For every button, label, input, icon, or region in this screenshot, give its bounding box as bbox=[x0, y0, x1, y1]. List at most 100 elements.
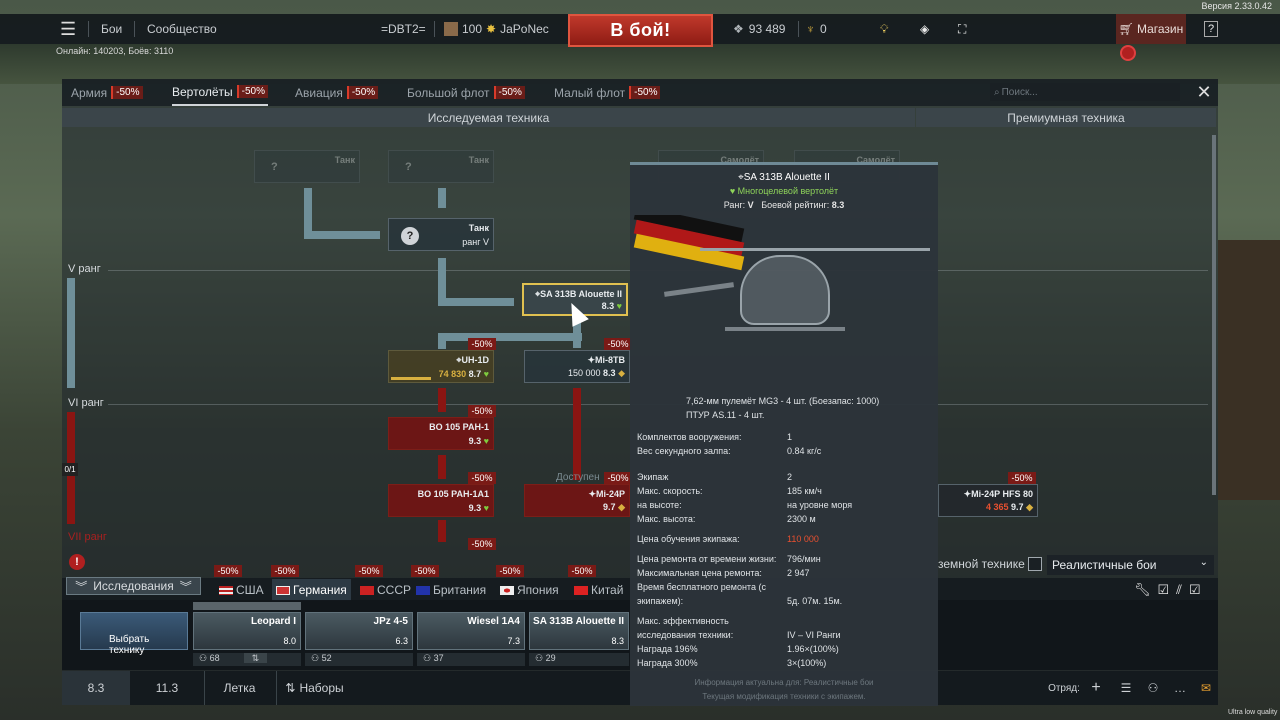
tooltip-stat-label: Макс. эффективность bbox=[637, 616, 729, 626]
swap-icon[interactable]: ⇅ bbox=[243, 653, 268, 663]
tab-aviation[interactable]: Авиация -50% bbox=[295, 79, 379, 106]
crew-slot-leopard[interactable]: Leopard I 8.0 bbox=[193, 612, 301, 650]
friends-icon[interactable]: ⚇ bbox=[1143, 671, 1163, 705]
tooltip-stat-label: Награда 196% bbox=[637, 644, 698, 654]
vehicle-card-tank-unknown[interactable]: Танк? bbox=[388, 150, 494, 183]
help-icon[interactable]: ? bbox=[1204, 21, 1218, 37]
germany-flag-icon bbox=[276, 585, 290, 595]
online-counter: Онлайн: 140203, Боёв: 3110 bbox=[56, 46, 174, 56]
airfield-button[interactable]: Летка bbox=[204, 671, 274, 705]
mail-icon[interactable]: ✉ bbox=[1196, 671, 1216, 705]
diamond-icon[interactable]: ◈ bbox=[920, 14, 929, 44]
tooltip-stat-label: Комплектов вооружения: bbox=[637, 432, 742, 442]
japan-flag-icon bbox=[500, 585, 514, 595]
vehicle-card-tank-unknown[interactable]: Танк? bbox=[254, 150, 360, 183]
tree-arrow bbox=[304, 231, 380, 239]
filter-toolbar: 🔧︎☑⫽☑ bbox=[1134, 582, 1208, 598]
vehicle-card-bo105[interactable]: BO 105 PAH-1 9.3 ♥ bbox=[388, 417, 494, 450]
background-scenery bbox=[0, 44, 1280, 84]
close-icon[interactable]: ✕ bbox=[1195, 82, 1213, 102]
crew-slot-jpz[interactable]: JPz 4-5 6.3 bbox=[305, 612, 413, 650]
golden-eagle-icon: ♆ bbox=[806, 22, 815, 36]
tab-coastal-fleet[interactable]: Малый флот -50% bbox=[554, 79, 661, 106]
list-icon[interactable]: ☰ bbox=[1116, 671, 1136, 705]
player-level: 100 bbox=[462, 22, 483, 36]
warning-badge-icon[interactable] bbox=[1120, 45, 1136, 61]
silver-balance[interactable]: ❖ 93 489 bbox=[733, 14, 785, 44]
battles-menu[interactable]: Бои bbox=[101, 14, 122, 44]
tab-army[interactable]: Армия -50% bbox=[71, 79, 143, 106]
game-mode-select[interactable]: Реалистичные бои ⌄ bbox=[1047, 555, 1214, 575]
rank-vii-label: VII ранг bbox=[68, 531, 107, 543]
checkbox-icon[interactable]: ☑ bbox=[1189, 582, 1208, 597]
shop-button[interactable]: 🛒︎ Магазин bbox=[1116, 14, 1186, 44]
wrench-icon[interactable]: 🔧︎ bbox=[1134, 582, 1158, 597]
search-placeholder: Поиск... bbox=[1001, 86, 1038, 98]
researched-header: Исследуемая техника bbox=[62, 108, 915, 127]
presets-button[interactable]: ⇅ Наборы bbox=[276, 671, 352, 705]
check-icon[interactable]: ☑ bbox=[1158, 582, 1177, 597]
china-flag-icon bbox=[574, 585, 588, 595]
nation-china[interactable]: Китай bbox=[574, 579, 623, 601]
nation-japan[interactable]: Япония bbox=[500, 579, 559, 601]
menu-icon[interactable]: ☰ bbox=[60, 14, 76, 44]
vehicle-card-uh1d[interactable]: ⌖UH-1D 74 830 8.7 ♥ bbox=[388, 350, 494, 383]
profile-button[interactable]: 100 ✸ JaPoNec bbox=[444, 14, 549, 44]
play-button[interactable]: В бой! bbox=[568, 14, 713, 47]
br-filter-8-3[interactable]: 8.3 bbox=[62, 671, 130, 705]
nation-ussr[interactable]: СССР bbox=[360, 579, 411, 601]
select-vehicle-slot[interactable]: Выбрать технику bbox=[80, 612, 188, 656]
tree-arrow bbox=[438, 298, 514, 306]
selected-slot-indicator bbox=[193, 602, 301, 610]
ground-vehicles-checkbox[interactable] bbox=[1028, 557, 1042, 571]
crew-slot-alouette[interactable]: SA 313B Alouette II 8.3 bbox=[529, 612, 629, 650]
community-menu[interactable]: Сообщество bbox=[147, 14, 217, 44]
discount-badge: -50% bbox=[271, 565, 299, 577]
sort-icon: ⇅ bbox=[285, 681, 296, 695]
tooltip-weapons-line2: ПТУР AS.11 - 4 шт. bbox=[686, 410, 765, 420]
research-button[interactable]: ︾ Исследования ︾ bbox=[66, 577, 201, 595]
vehicle-card-tank-rank-v[interactable]: Танк ранг V ? bbox=[388, 218, 494, 251]
helicopter-image bbox=[630, 215, 938, 345]
gold-balance[interactable]: ♆ 0 bbox=[806, 14, 827, 44]
vehicle-card-mi24p[interactable]: ✦Mi-24P 9.7 ◆ bbox=[524, 484, 630, 517]
discount-badge: -50% bbox=[493, 86, 525, 99]
rank-progress-count: 0/1 bbox=[62, 463, 78, 476]
discount-badge: -50% bbox=[411, 565, 439, 577]
chat-icon[interactable]: … bbox=[1170, 671, 1190, 705]
lightbulb-icon[interactable]: 💡︎ bbox=[880, 14, 888, 44]
br-filter-11-3[interactable]: 11.3 bbox=[132, 671, 202, 705]
tree-arrow-locked bbox=[573, 388, 581, 480]
discount-badge: -50% bbox=[355, 565, 383, 577]
tree-arrow-locked bbox=[438, 455, 446, 479]
ticket-icon[interactable]: ⛶ bbox=[958, 14, 966, 44]
unknown-icon: ? bbox=[405, 161, 412, 173]
discount-badge: -50% bbox=[111, 86, 143, 99]
add-squad-icon[interactable]: + bbox=[1086, 671, 1106, 705]
vehicle-card-mi8tb[interactable]: ✦Mi-8TB 150 000 8.3 ◆ bbox=[524, 350, 630, 383]
search-input[interactable]: ⌕ Поиск... bbox=[990, 83, 1180, 101]
crew-slot-info: ⚇ 37 bbox=[417, 653, 525, 666]
tree-scrollbar[interactable] bbox=[1212, 135, 1216, 495]
tab-helicopters[interactable]: Вертолёты -50% bbox=[172, 79, 269, 106]
tooltip-stat-value: 2300 м bbox=[787, 514, 816, 524]
nation-usa[interactable]: США bbox=[219, 579, 264, 601]
ussr-flag-icon bbox=[360, 585, 374, 595]
crew-slot-wiesel[interactable]: Wiesel 1A4 7.3 bbox=[417, 612, 525, 650]
chevron-down-icon: ⌄ bbox=[1199, 557, 1208, 568]
nation-germany[interactable]: Германия bbox=[272, 579, 351, 601]
double-check-icon[interactable]: ⫽ bbox=[1176, 582, 1189, 597]
discount-badge: -50% bbox=[236, 85, 269, 98]
discount-badge: -50% bbox=[214, 565, 242, 577]
tooltip-stat-label: Макс. скорость: bbox=[637, 486, 703, 496]
vehicle-card-bo105a1[interactable]: BO 105 PAH-1A1 9.3 ♥ bbox=[388, 484, 494, 517]
alert-icon[interactable]: ! bbox=[69, 554, 85, 570]
tooltip-stat-value: IV – VI Ранги bbox=[787, 630, 841, 640]
tooltip-stat-label: на высоте: bbox=[637, 500, 682, 510]
tab-bluewater-fleet[interactable]: Большой флот -50% bbox=[407, 79, 525, 106]
tooltip-title: ⌖SA 313B Alouette II bbox=[738, 172, 830, 183]
nation-britain[interactable]: Британия bbox=[416, 579, 486, 601]
rank-progress-bar bbox=[67, 278, 75, 388]
squad-tag[interactable]: =DBT2= bbox=[381, 14, 426, 44]
vehicle-card-mi24p-hfs80[interactable]: ✦Mi-24P HFS 80 4 365 9.7 ◆ bbox=[938, 484, 1038, 517]
